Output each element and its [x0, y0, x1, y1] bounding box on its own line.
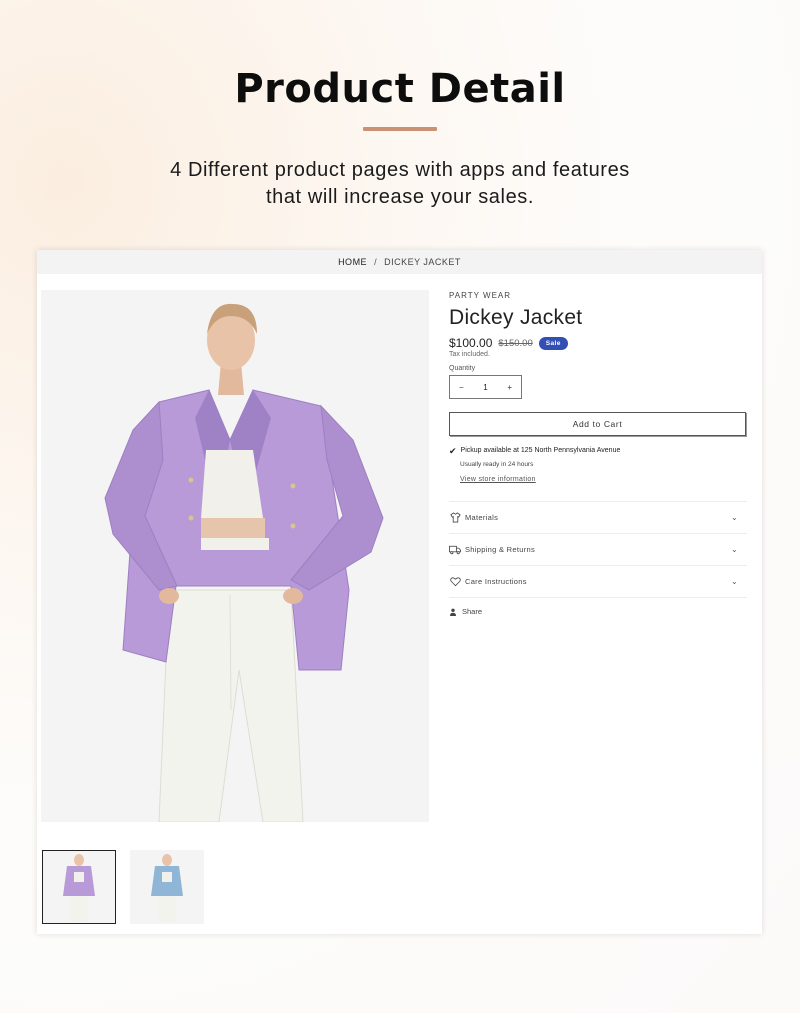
tax-note: Tax included.: [449, 351, 490, 358]
accordion-label: Shipping & Returns: [465, 545, 536, 554]
accordion-materials[interactable]: Materials ⌄: [449, 502, 747, 534]
heart-icon: [449, 576, 461, 588]
breadcrumb-separator: /: [374, 257, 378, 267]
share-icon: [449, 608, 457, 616]
thumbnail-strip: [42, 850, 204, 924]
share-button[interactable]: Share: [449, 607, 747, 616]
thumb-model-purple-icon: [63, 854, 95, 922]
truck-icon: [449, 544, 461, 556]
compare-price: $150.00: [498, 337, 533, 349]
breadcrumb-current: DICKEY JACKET: [384, 257, 461, 267]
pickup-availability: ✔ Pickup available at 125 North Pennsylv…: [449, 446, 747, 456]
subtitle-line-2: that will increase your sales.: [265, 186, 535, 208]
product-accordion: Materials ⌄ Shipping & Returns ⌄ Care In…: [449, 501, 747, 598]
product-info: PARTY WEAR Dickey Jacket $100.00 $150.00…: [449, 290, 747, 616]
checkmark-icon: ✔: [449, 446, 457, 456]
chevron-down-icon: ⌄: [730, 577, 738, 586]
thumb-model-blue-icon: [151, 854, 183, 922]
product-vendor: PARTY WEAR: [449, 291, 512, 300]
pickup-text: Pickup available at 125 North Pennsylvan…: [460, 447, 621, 454]
product-title: Dickey Jacket: [449, 306, 583, 329]
chevron-down-icon: ⌄: [730, 513, 738, 522]
accordion-shipping[interactable]: Shipping & Returns ⌄: [449, 534, 747, 566]
model-purple-jacket-image: [104, 303, 384, 822]
quantity-value[interactable]: 1: [483, 383, 487, 392]
quantity-label: Quantity: [449, 365, 476, 372]
title-divider: [363, 127, 437, 131]
product-main-image[interactable]: [41, 290, 429, 822]
thumbnail-purple-jacket[interactable]: [42, 850, 116, 924]
quantity-minus-button[interactable]: −: [459, 383, 464, 392]
breadcrumb-home-link[interactable]: HOME: [338, 257, 367, 267]
pickup-ready-text: Usually ready in 24 hours: [460, 461, 534, 468]
subtitle-line-1: 4 Different product pages with apps and …: [170, 159, 630, 181]
quantity-stepper: − 1 +: [449, 375, 522, 399]
price-row: $100.00 $150.00 Sale: [449, 336, 747, 350]
chevron-down-icon: ⌄: [730, 545, 738, 554]
page-subtitle: 4 Different product pages with apps and …: [100, 157, 700, 211]
product-page-preview: HOME / DICKEY JACKET PARTY WEAR Dickey J…: [37, 250, 762, 934]
add-to-cart-button[interactable]: Add to Cart: [449, 412, 746, 436]
breadcrumb: HOME / DICKEY JACKET: [37, 250, 762, 274]
accordion-care[interactable]: Care Instructions ⌄: [449, 566, 747, 598]
accordion-label: Materials: [465, 513, 499, 522]
thumbnail-blue-jacket[interactable]: [130, 850, 204, 924]
page-title: Product Detail: [234, 66, 566, 112]
accordion-label: Care Instructions: [465, 577, 527, 586]
product-price: $100.00: [449, 336, 493, 350]
sale-badge: Sale: [538, 336, 568, 350]
quantity-plus-button[interactable]: +: [507, 383, 512, 392]
share-label: Share: [462, 607, 483, 616]
shirt-icon: [449, 512, 461, 524]
view-store-link[interactable]: View store information: [460, 476, 536, 483]
